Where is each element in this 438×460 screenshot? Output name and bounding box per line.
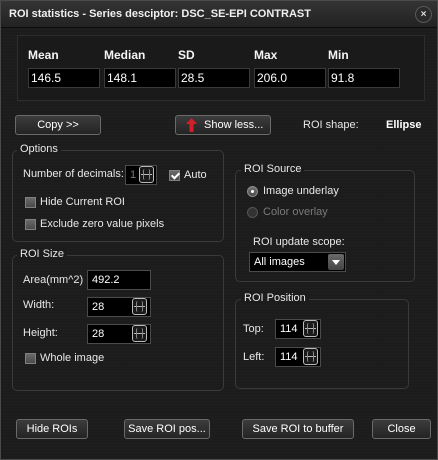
save-roi-to-buffer-button[interactable]: Save ROI to buffer	[242, 419, 354, 439]
whole-image-checkbox[interactable]	[25, 353, 36, 364]
stat-mean-value[interactable]: 146.5	[28, 68, 100, 88]
update-scope-select[interactable]: All images	[249, 252, 346, 272]
exclude-zero-label: Exclude zero value pixels	[40, 218, 165, 230]
area-label: Area(mm^2)	[23, 274, 84, 286]
show-less-button[interactable]: Show less...	[175, 115, 271, 135]
stat-max-value[interactable]: 206.0	[254, 68, 326, 88]
auto-checkbox[interactable]	[169, 170, 180, 181]
whole-image-label: Whole image	[40, 352, 105, 364]
hide-current-roi-checkbox[interactable]	[25, 197, 36, 208]
stat-sd-value[interactable]: 28.5	[178, 68, 250, 88]
copy-button[interactable]: Copy >>	[15, 115, 101, 135]
close-button[interactable]: Close	[372, 419, 431, 439]
image-underlay-radio[interactable]	[247, 186, 258, 197]
decimals-label: Number of decimals:	[23, 168, 124, 180]
stat-median-label: Median	[104, 48, 146, 62]
show-less-label: Show less...	[204, 119, 264, 131]
width-label: Width:	[23, 299, 55, 311]
close-window-icon[interactable]: ×	[415, 6, 432, 23]
image-underlay-label: Image underlay	[263, 185, 339, 197]
decimals-stepper[interactable]	[139, 166, 154, 183]
stat-max-label: Max	[254, 48, 278, 62]
stat-min-value[interactable]: 91.8	[328, 68, 400, 88]
color-overlay-radio[interactable]	[247, 207, 258, 218]
stat-mean-label: Mean	[28, 48, 59, 62]
window-title: ROI statistics - Series desciptor: DSC_S…	[9, 8, 311, 20]
height-stepper[interactable]	[132, 325, 147, 342]
color-overlay-label: Color overlay	[263, 206, 328, 218]
exclude-zero-checkbox[interactable]	[25, 219, 36, 230]
roi-shape-label: ROI shape:	[303, 119, 359, 131]
width-stepper[interactable]	[132, 298, 147, 315]
options-group-title: Options	[17, 143, 61, 155]
auto-label: Auto	[184, 169, 207, 181]
title-bar[interactable]: ROI statistics - Series desciptor: DSC_S…	[1, 1, 437, 28]
update-scope-value: All images	[254, 256, 305, 268]
roi-shape-value: Ellipse	[386, 119, 422, 131]
height-label: Height:	[23, 327, 58, 339]
left-stepper[interactable]	[303, 348, 318, 365]
roi-size-group-title: ROI Size	[17, 248, 68, 260]
hide-current-roi-label: Hide Current ROI	[40, 196, 125, 208]
save-roi-pos-button[interactable]: Save ROI pos...	[124, 419, 210, 439]
left-label: Left:	[243, 351, 265, 363]
hide-rois-button[interactable]: Hide ROIs	[16, 419, 88, 439]
area-value: 492.2	[87, 270, 151, 290]
top-stepper[interactable]	[303, 320, 318, 337]
roi-position-group	[235, 299, 409, 389]
arrow-up-icon	[186, 118, 197, 132]
chevron-down-icon[interactable]	[328, 254, 344, 270]
stat-min-label: Min	[328, 48, 349, 62]
roi-source-group-title: ROI Source	[241, 163, 305, 175]
stat-sd-label: SD	[178, 48, 195, 62]
update-scope-label: ROI update scope:	[253, 236, 345, 248]
stat-median-value[interactable]: 148.1	[104, 68, 176, 88]
roi-position-group-title: ROI Position	[241, 292, 309, 304]
top-label: Top:	[243, 323, 264, 335]
statistics-panel: Mean 146.5 Median 148.1 SD 28.5 Max 206.…	[17, 35, 425, 101]
roi-statistics-window: ROI statistics - Series desciptor: DSC_S…	[0, 0, 438, 460]
